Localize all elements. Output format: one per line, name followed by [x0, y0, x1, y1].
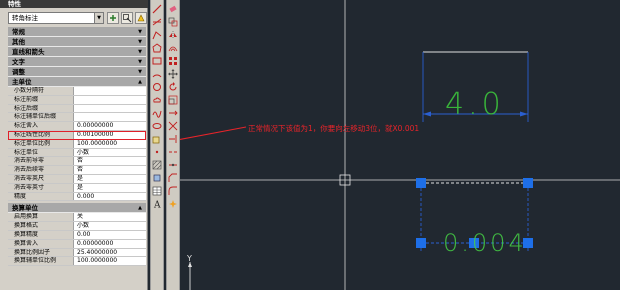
property-row[interactable]: 换算格式 小数 [8, 222, 146, 231]
property-row[interactable]: 换算舍入 0.00000000 [8, 239, 146, 249]
object-type-dropdown[interactable]: 转角标注 ▼ [8, 12, 104, 24]
property-row[interactable]: 标注舍入 0.00000000 [8, 122, 146, 131]
annotation-arrow [180, 126, 247, 140]
revision-cloud-icon[interactable] [152, 95, 162, 105]
property-row[interactable]: 精度 0.000 [8, 192, 146, 202]
object-type-value: 转角标注 [12, 14, 38, 22]
ucs-y-label: Y [187, 254, 192, 263]
category-fit[interactable]: 调整 ▼ [8, 67, 146, 77]
category-primary-units[interactable]: 主单位 ▲ [8, 77, 146, 87]
alt-units-rows: 启用换算关 换算格式 小数 换算精度 0.00 换算舍入 0.00000000 换算比… [8, 213, 146, 267]
arrowhead [423, 111, 431, 117]
chevron-down-icon[interactable]: ▼ [138, 57, 142, 67]
copy-icon[interactable] [168, 17, 178, 27]
region-icon[interactable] [152, 173, 162, 183]
offset-icon[interactable] [168, 43, 178, 53]
plus-icon [110, 15, 116, 21]
category-text[interactable]: 文字 ▼ [8, 57, 146, 67]
spline-icon[interactable] [152, 108, 162, 118]
ellipse-icon[interactable] [152, 121, 162, 131]
property-row[interactable]: 标注单位比例 100.0000000 [8, 139, 146, 149]
select-objects-icon [123, 14, 132, 23]
property-row[interactable]: 换算辅单位比例 100.0000000 [8, 257, 146, 267]
extend-icon[interactable] [168, 134, 178, 144]
erase-icon[interactable] [168, 4, 178, 14]
arc-icon[interactable] [152, 69, 162, 79]
quick-select-button[interactable] [135, 12, 147, 24]
chevron-down-icon[interactable]: ▼ [138, 47, 142, 57]
dimension-text-lower: 0.004 [443, 229, 527, 257]
mirror-icon[interactable] [168, 30, 178, 40]
draw-toolbar: A [150, 0, 164, 290]
break-icon[interactable] [168, 147, 178, 157]
chevron-down-icon[interactable]: ▼ [138, 67, 142, 77]
drawing-geometry [180, 0, 620, 290]
join-icon[interactable] [168, 160, 178, 170]
trim-icon[interactable] [168, 121, 178, 131]
fillet-icon[interactable] [168, 186, 178, 196]
properties-palette: 特性 转角标注 ▼ 常规 ▼ 其他 ▼ 直线和箭头 ▼ 文字 ▼ 调整 ▼ 主单位 ▲ 小数… [0, 0, 148, 290]
circle-icon[interactable] [152, 82, 162, 92]
category-misc[interactable]: 其他 ▼ [8, 37, 146, 47]
select-objects-button[interactable] [121, 12, 133, 24]
polyline-icon[interactable] [152, 30, 162, 40]
polygon-icon[interactable] [152, 43, 162, 53]
svg-text:A: A [153, 201, 161, 210]
property-row[interactable]: 标注单位 小数 [8, 148, 146, 158]
line-tool-icon[interactable] [152, 4, 162, 14]
category-lines-arrows[interactable]: 直线和箭头 ▼ [8, 47, 146, 57]
chevron-up-icon[interactable]: ▲ [138, 203, 142, 213]
property-row[interactable]: 换算比例因子 25.40000000 [8, 248, 146, 258]
explode-icon[interactable] [168, 199, 178, 209]
primary-units-rows: 小数分隔符 标注前缀 标注后缀 标注辅单位后缀 标注舍入 0.00000000 标… [8, 87, 146, 202]
property-row[interactable]: 启用换算关 [8, 213, 146, 223]
chevron-down-icon[interactable]: ▼ [138, 37, 142, 47]
property-row[interactable]: 换算精度 0.00 [8, 230, 146, 240]
property-row[interactable]: 小数分隔符 [8, 87, 146, 96]
table-icon[interactable] [152, 186, 162, 196]
rectangle-icon[interactable] [152, 56, 162, 66]
array-icon[interactable] [168, 56, 178, 66]
grip[interactable] [523, 178, 533, 188]
property-grid: 常规 ▼ 其他 ▼ 直线和箭头 ▼ 文字 ▼ 调整 ▼ 主单位 ▲ 小数分隔符 标注前缀 标… [8, 27, 146, 290]
property-row[interactable]: 消去零英尺是 [8, 174, 146, 184]
mtext-icon[interactable]: A [152, 199, 162, 211]
chevron-down-icon[interactable]: ▼ [138, 27, 142, 37]
chamfer-icon[interactable] [168, 173, 178, 183]
palette-toolbar: 转角标注 ▼ [4, 11, 147, 25]
palette-title: 特性 [0, 0, 148, 8]
scale-icon[interactable] [168, 95, 178, 105]
toggle-pickadd-button[interactable] [107, 12, 119, 24]
property-row[interactable]: 消去零英寸是 [8, 183, 146, 193]
property-row[interactable]: 标注前缀 [8, 95, 146, 105]
drawing-canvas[interactable]: 4.0 0.004 Y [180, 0, 620, 290]
linear-scale-row[interactable]: 标注线性比例 0.00100000 [8, 130, 146, 140]
quick-select-icon [137, 14, 145, 22]
annotation-text: 正常情况下该值为1，你要向左移动3位，就X0.001 [248, 124, 420, 133]
stretch-icon[interactable] [168, 108, 178, 118]
chevron-up-icon[interactable]: ▲ [138, 77, 142, 87]
category-general[interactable]: 常规 ▼ [8, 27, 146, 37]
property-row[interactable]: 标注后缀 [8, 104, 146, 114]
category-alt-units[interactable]: 换算单位 ▲ [8, 203, 146, 214]
grip[interactable] [416, 238, 426, 248]
hatch-icon[interactable] [152, 160, 162, 170]
dimension-text-upper: 4.0 [445, 87, 505, 122]
modify-toolbar [166, 0, 180, 290]
property-row[interactable]: 消去后续零否 [8, 166, 146, 175]
construction-line-icon[interactable] [152, 17, 162, 27]
point-icon[interactable] [152, 147, 162, 157]
chevron-down-icon[interactable]: ▼ [94, 13, 103, 23]
block-insert-icon[interactable] [152, 134, 162, 144]
arrowhead [520, 111, 528, 117]
move-icon[interactable] [168, 69, 178, 79]
grip[interactable] [416, 178, 426, 188]
property-row[interactable]: 消去前导零否 [8, 157, 146, 167]
property-row[interactable]: 标注辅单位后缀 [8, 113, 146, 123]
rotate-icon[interactable] [168, 82, 178, 92]
